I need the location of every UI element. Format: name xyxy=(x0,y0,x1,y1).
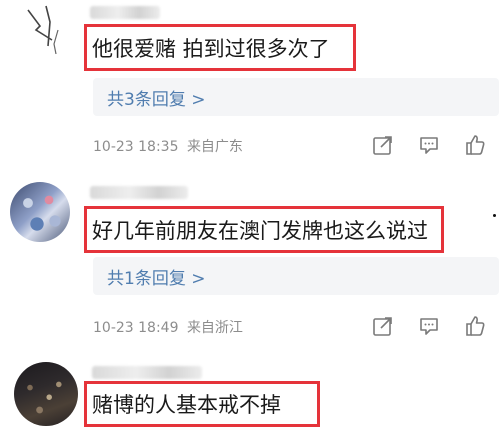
comment-text-2: 好几年前朋友在澳门发牌也这么说过 xyxy=(84,206,444,253)
username[interactable] xyxy=(92,366,202,379)
view-replies-button[interactable]: 共1条回复 > xyxy=(93,257,499,295)
comment-text: 好几年前朋友在澳门发牌也这么说过 xyxy=(92,218,428,243)
comment-list: 他很爱赌 拍到过很多次了 共3条回复 > 10-23 18:35 来自广东 好几… xyxy=(0,0,499,433)
avatar[interactable] xyxy=(18,0,74,56)
sketch-avatar-icon xyxy=(27,5,59,55)
separator-dot xyxy=(493,214,496,217)
location: 来自广东 xyxy=(186,139,243,155)
replies-label: 共1条回复 > xyxy=(107,268,206,289)
comment-text: 他很爱赌 拍到过很多次了 xyxy=(92,36,330,61)
thumbs-up-icon[interactable] xyxy=(464,315,486,337)
username[interactable] xyxy=(90,186,188,199)
comment-meta: 10-23 18:35 来自广东 xyxy=(93,136,243,156)
location: 来自浙江 xyxy=(186,320,243,336)
avatar[interactable] xyxy=(14,362,78,426)
comment-text: 赌博的人基本戒不掉 xyxy=(92,393,281,417)
action-bar xyxy=(372,134,486,156)
action-bar xyxy=(372,315,486,337)
timestamp: 10-23 18:49 xyxy=(93,320,179,336)
comment-text-1: 他很爱赌 拍到过很多次了 xyxy=(84,24,356,71)
replies-label: 共3条回复 > xyxy=(107,89,206,110)
share-icon[interactable] xyxy=(372,315,394,337)
view-replies-button[interactable]: 共3条回复 > xyxy=(93,78,499,116)
comment-icon[interactable] xyxy=(418,134,440,156)
timestamp: 10-23 18:35 xyxy=(93,139,179,155)
comment-icon[interactable] xyxy=(418,315,440,337)
thumbs-up-icon[interactable] xyxy=(464,134,486,156)
comment-text-3: 赌博的人基本戒不掉 xyxy=(84,381,320,427)
comment-meta: 10-23 18:49 来自浙江 xyxy=(93,317,243,337)
username[interactable] xyxy=(90,6,160,19)
avatar[interactable] xyxy=(10,182,70,242)
share-icon[interactable] xyxy=(372,134,394,156)
